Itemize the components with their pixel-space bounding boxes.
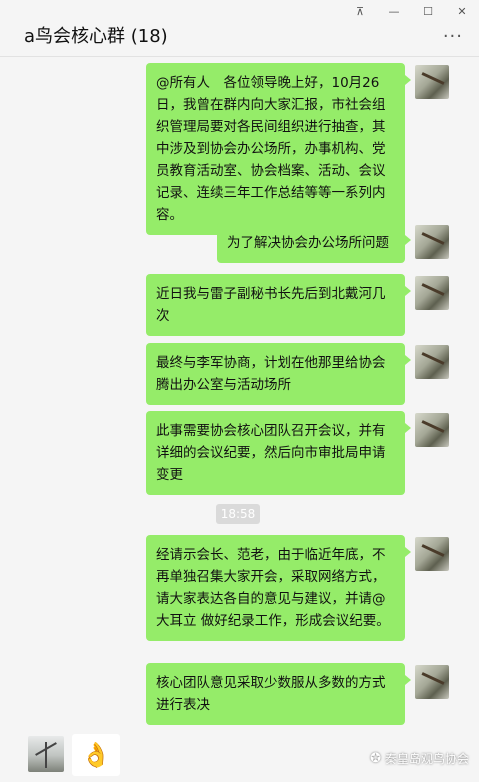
sender-avatar[interactable] [415, 225, 449, 259]
chat-title: a鸟会核心群 (18) [24, 26, 168, 47]
sender-avatar[interactable] [415, 413, 449, 447]
message-bubble[interactable]: @所有人 各位领导晚上好，10月26日，我曾在群内向大家汇报，市社会组织管理局要… [146, 63, 411, 235]
message-bubble[interactable]: 此事需要协会核心团队召开会议，并有详细的会议纪要，然后向市审批局申请变更 [146, 411, 411, 495]
watermark-text: 秦皇岛观鸟协会 [384, 752, 469, 766]
chat-header: a鸟会核心群 (18) ··· [0, 12, 479, 56]
message-list[interactable]: @所有人 各位领导晚上好，10月26日，我曾在群内向大家汇报，市社会组织管理局要… [0, 57, 479, 728]
timestamp-badge: 18:58 [216, 504, 260, 524]
chat-window: ⊼ — ☐ ✕ a鸟会核心群 (18) ··· @所有人 各位领导晚上好，10月… [0, 0, 479, 782]
message-bubble[interactable]: 为了解决协会办公场所问题 [217, 223, 411, 263]
sender-avatar[interactable] [415, 65, 449, 99]
ok-hand-icon: 👌 [81, 741, 111, 769]
watermark: ✪ 秦皇岛观鸟协会 [370, 750, 469, 767]
sender-avatar[interactable] [415, 665, 449, 699]
message-bubble[interactable]: 最终与李军协商，计划在他那里给协会腾出办公室与活动场所 [146, 343, 411, 405]
message-bubble[interactable]: 近日我与雷子副秘书长先后到北戴河几次 [146, 274, 411, 336]
sender-avatar[interactable] [415, 537, 449, 571]
message-bubble[interactable]: 核心团队意见采取少数服从多数的方式进行表决 [146, 663, 411, 725]
emoji-sticker[interactable]: 👌 [72, 734, 120, 776]
message-bubble[interactable]: 经请示会长、范老，由于临近年底，不再单独召集大家开会，采取网络方式，请大家表达各… [146, 535, 411, 641]
sender-avatar[interactable] [415, 345, 449, 379]
wechat-icon: ✪ [370, 751, 381, 766]
sender-avatar[interactable] [415, 276, 449, 310]
input-bar: 👌 ✪ 秦皇岛观鸟协会 [0, 728, 479, 782]
user-avatar[interactable] [28, 736, 64, 772]
more-options-icon[interactable]: ··· [443, 26, 463, 47]
